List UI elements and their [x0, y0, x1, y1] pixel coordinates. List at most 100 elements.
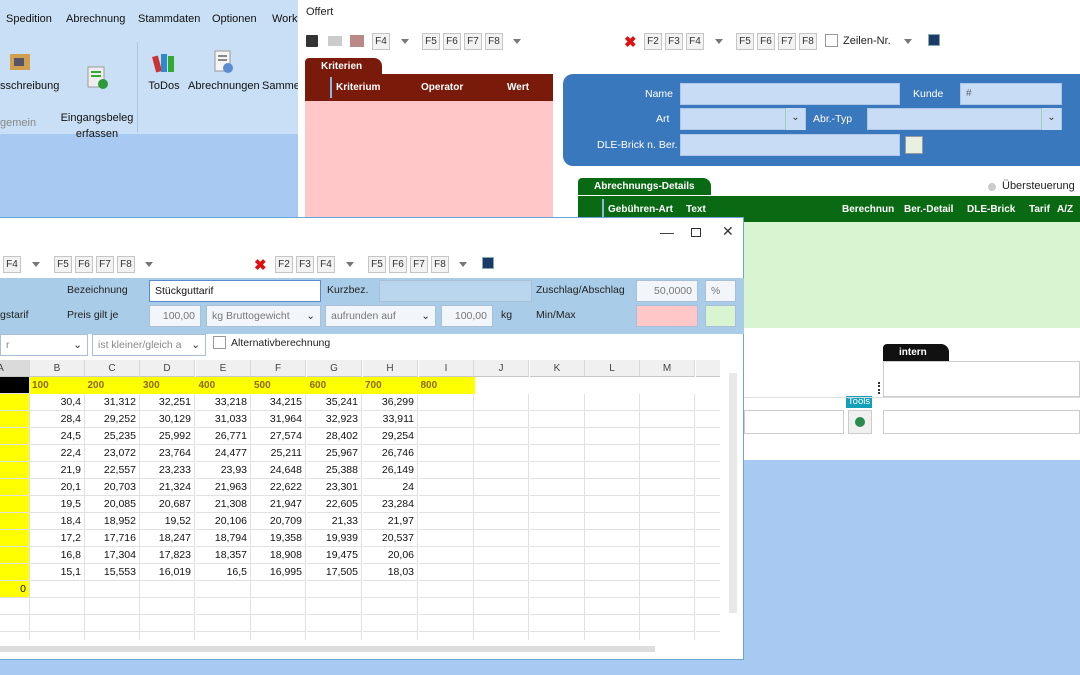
table-cell[interactable]: 21,97: [363, 513, 418, 530]
unit-select[interactable]: kg Bruttogewicht ⌄: [206, 305, 321, 327]
brick-lookup-icon[interactable]: [905, 136, 923, 154]
table-cell[interactable]: 26,149: [363, 462, 418, 479]
table-cell[interactable]: 30,129: [140, 411, 195, 428]
table-cell[interactable]: [251, 632, 306, 640]
table-cell[interactable]: [640, 513, 695, 530]
table-cell[interactable]: 30,4: [30, 394, 85, 411]
column-header[interactable]: G: [307, 360, 362, 377]
fkey-f4[interactable]: F4: [317, 256, 335, 273]
table-cell[interactable]: [196, 615, 251, 632]
row-key-cell[interactable]: [0, 564, 30, 581]
table-cell[interactable]: [585, 462, 640, 479]
table-cell[interactable]: [363, 598, 418, 615]
chevron-down-icon[interactable]: [715, 39, 723, 44]
table-cell[interactable]: [585, 445, 640, 462]
ribbon-button-samme[interactable]: Samme: [262, 50, 300, 94]
column-header[interactable]: B: [30, 360, 85, 377]
table-cell[interactable]: 33,911: [363, 411, 418, 428]
art-select[interactable]: ⌄: [680, 108, 806, 130]
intern-field[interactable]: [883, 410, 1080, 434]
table-cell[interactable]: 28,402: [307, 428, 362, 445]
table-cell[interactable]: [419, 547, 474, 564]
tab-kriterien[interactable]: Kriterien: [305, 58, 382, 75]
table-cell[interactable]: 25,211: [251, 445, 306, 462]
table-cell[interactable]: [640, 530, 695, 547]
table-cell[interactable]: [530, 462, 585, 479]
kunde-input[interactable]: #: [960, 83, 1062, 105]
fkey-f6[interactable]: F6: [443, 33, 461, 50]
round-select[interactable]: aufrunden auf ⌄: [325, 305, 436, 327]
table-cell[interactable]: [307, 615, 362, 632]
table-cell[interactable]: 20,703: [85, 479, 140, 496]
ribbon-button-eingangsbeleg[interactable]: Eingangsbeleg erfassen: [58, 50, 136, 158]
table-cell[interactable]: [640, 411, 695, 428]
vertical-scrollbar[interactable]: [729, 373, 737, 613]
table-cell[interactable]: 24,648: [251, 462, 306, 479]
column-header[interactable]: I: [419, 360, 474, 377]
chevron-down-icon[interactable]: ⌄: [421, 306, 430, 326]
offert-field[interactable]: [744, 410, 844, 434]
edit-icon[interactable]: [482, 257, 494, 269]
chevron-down-icon[interactable]: [459, 262, 467, 267]
table-cell[interactable]: [140, 615, 195, 632]
close-icon[interactable]: ✕: [722, 223, 734, 240]
table-cell[interactable]: [196, 598, 251, 615]
cell-a1[interactable]: [0, 377, 30, 394]
minimize-icon[interactable]: —: [660, 224, 674, 240]
menu-work[interactable]: Work: [272, 13, 297, 25]
col-gebuehren-art[interactable]: Gebühren-Art: [608, 204, 673, 215]
table-cell[interactable]: [640, 581, 695, 598]
row-key-cell[interactable]: [0, 394, 30, 411]
table-cell[interactable]: 17,304: [85, 547, 140, 564]
ribbon-button-todos[interactable]: ToDos: [145, 50, 183, 94]
chevron-down-icon[interactable]: [401, 39, 409, 44]
table-cell[interactable]: [696, 581, 720, 598]
table-cell[interactable]: 17,716: [85, 530, 140, 547]
column-header[interactable]: H: [363, 360, 418, 377]
zuschlag-input[interactable]: 50,0000: [636, 280, 698, 302]
table-cell[interactable]: 23,072: [85, 445, 140, 462]
table-cell[interactable]: 32,251: [140, 394, 195, 411]
menu-optionen[interactable]: Optionen: [212, 13, 257, 25]
fkey-f3[interactable]: F3: [665, 33, 683, 50]
table-cell[interactable]: [530, 479, 585, 496]
table-cell[interactable]: [419, 530, 474, 547]
fkey-f5[interactable]: F5: [422, 33, 440, 50]
header-weight-cell[interactable]: 400: [196, 377, 253, 394]
table-cell[interactable]: 23,284: [363, 496, 418, 513]
table-cell[interactable]: [474, 496, 529, 513]
table-cell[interactable]: [363, 632, 418, 640]
table-cell[interactable]: 33,218: [196, 394, 251, 411]
table-cell[interactable]: 23,764: [140, 445, 195, 462]
table-cell[interactable]: [307, 581, 362, 598]
table-cell[interactable]: [696, 530, 720, 547]
table-cell[interactable]: 18,794: [196, 530, 251, 547]
column-header[interactable]: A: [0, 360, 30, 377]
table-cell[interactable]: [419, 428, 474, 445]
table-cell[interactable]: [696, 428, 720, 445]
max-input[interactable]: [705, 305, 736, 327]
table-cell[interactable]: [30, 615, 85, 632]
row-key-cell[interactable]: 0: [0, 581, 30, 598]
kurzbez-input[interactable]: [379, 280, 532, 302]
fkey-f5[interactable]: F5: [368, 256, 386, 273]
table-cell[interactable]: 26,771: [196, 428, 251, 445]
menu-spedition[interactable]: Spedition: [6, 13, 52, 25]
table-cell[interactable]: 23,233: [140, 462, 195, 479]
table-cell[interactable]: [251, 581, 306, 598]
fkey-f8[interactable]: F8: [799, 33, 817, 50]
table-cell[interactable]: [640, 632, 695, 640]
table-cell[interactable]: [474, 411, 529, 428]
table-cell[interactable]: [530, 581, 585, 598]
table-cell[interactable]: [419, 462, 474, 479]
table-cell[interactable]: [640, 479, 695, 496]
chevron-down-icon[interactable]: ⌄: [73, 335, 82, 355]
table-cell[interactable]: [696, 394, 720, 411]
table-cell[interactable]: 29,252: [85, 411, 140, 428]
round-input[interactable]: 100,00: [441, 305, 493, 327]
table-cell[interactable]: [419, 411, 474, 428]
table-cell[interactable]: 25,388: [307, 462, 362, 479]
col-kriterium[interactable]: Kriterium: [336, 82, 380, 93]
fkey-f7[interactable]: F7: [410, 256, 428, 273]
row-key-cell[interactable]: [0, 513, 30, 530]
